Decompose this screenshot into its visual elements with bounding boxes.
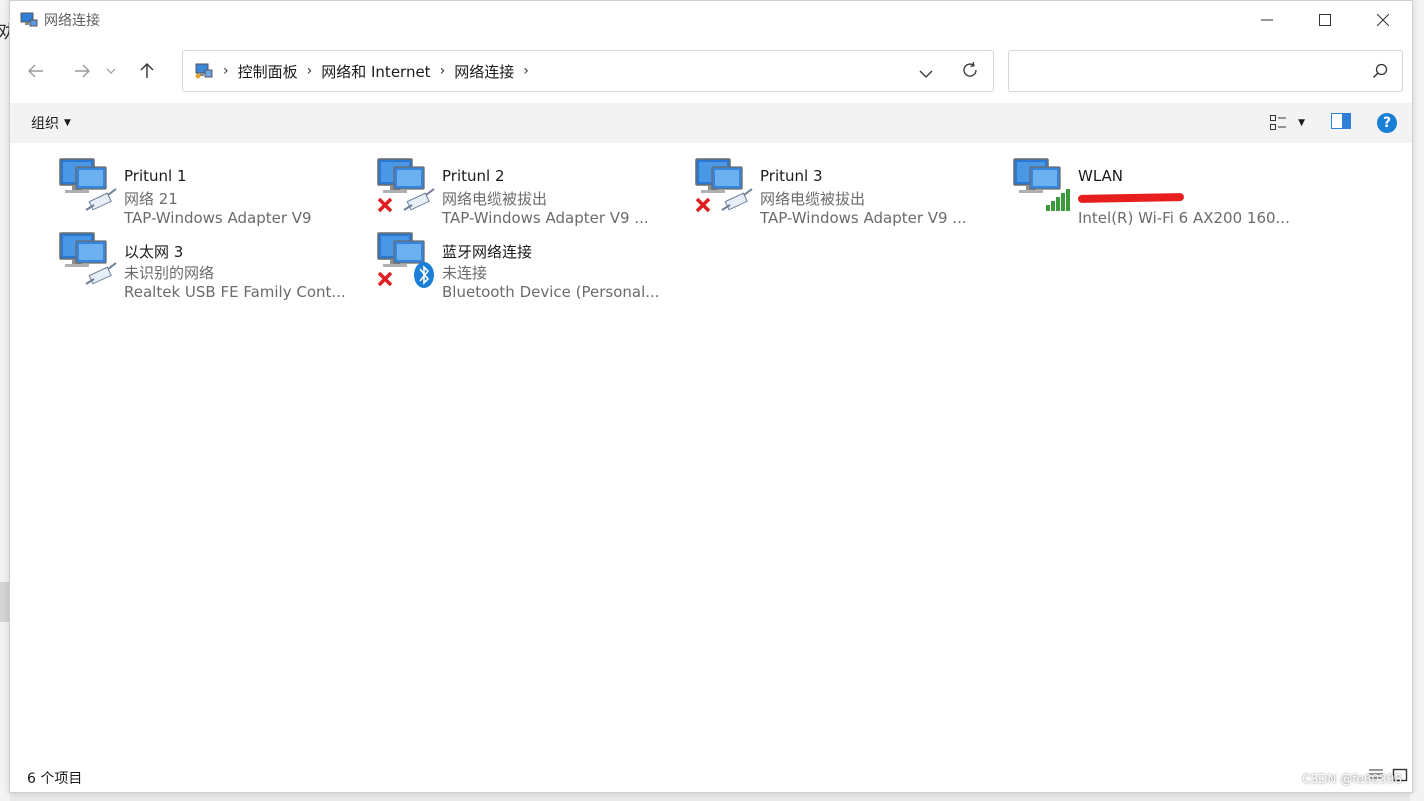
refresh-button[interactable] bbox=[961, 61, 979, 83]
preview-pane-button[interactable] bbox=[1331, 113, 1351, 133]
watermark: CSDN @fe60308 bbox=[1302, 772, 1402, 786]
maximize-icon bbox=[1319, 14, 1331, 26]
close-button[interactable] bbox=[1354, 1, 1412, 39]
connection-item[interactable]: Pritunl 3 网络电缆被拔出 TAP-Windows Adapter V9 .… bbox=[694, 155, 1004, 227]
help-icon: ? bbox=[1382, 115, 1392, 131]
connection-name: Pritunl 2 bbox=[442, 167, 505, 185]
connection-item[interactable]: 蓝牙网络连接 未连接 Bluetooth Device (Personal... bbox=[376, 229, 686, 301]
breadcrumb-network-internet[interactable]: 网络和 Internet bbox=[321, 61, 430, 82]
ethernet-cable-icon bbox=[403, 188, 435, 211]
address-history-button[interactable] bbox=[919, 63, 933, 82]
connection-status: 网络 21 bbox=[124, 190, 178, 208]
connection-device: TAP-Windows Adapter V9 bbox=[124, 209, 312, 227]
network-adapter-icon bbox=[695, 158, 753, 213]
connection-status: 网络电缆被拔出 bbox=[760, 190, 866, 208]
ethernet-cable-icon bbox=[721, 188, 753, 211]
organize-label: 组织 bbox=[31, 116, 59, 132]
item-count: 6 个项目 bbox=[27, 771, 83, 787]
view-details-icon bbox=[1270, 115, 1287, 130]
command-bar: 组织 ▼ ▼ ? bbox=[10, 103, 1412, 143]
connection-device: TAP-Windows Adapter V9 ... bbox=[760, 209, 967, 227]
forward-button[interactable] bbox=[63, 52, 101, 90]
connection-item[interactable]: 以太网 3 未识别的网络 Realtek USB FE Family Cont... bbox=[58, 229, 368, 301]
network-connections-icon bbox=[20, 12, 38, 27]
preview-pane-icon bbox=[1331, 113, 1351, 129]
minimize-button[interactable] bbox=[1238, 1, 1296, 39]
navigation-bar: › 控制面板 › 网络和 Internet › 网络连接 › bbox=[10, 39, 1412, 103]
help-button[interactable]: ? bbox=[1377, 113, 1397, 133]
arrow-right-icon bbox=[75, 64, 90, 78]
explorer-window: 网络连接 › 控制面板 › 网络和 Internet › 网络连接 › 组织 ▼… bbox=[9, 0, 1413, 793]
arrow-left-icon bbox=[28, 64, 43, 78]
breadcrumb-separator[interactable]: › bbox=[523, 63, 529, 79]
network-adapter-icon bbox=[377, 232, 434, 288]
control-panel-icon bbox=[195, 63, 213, 79]
network-adapter-icon bbox=[59, 232, 117, 285]
search-box[interactable] bbox=[1008, 50, 1403, 92]
breadcrumb-network-connections[interactable]: 网络连接 bbox=[454, 61, 514, 82]
breadcrumb-separator: › bbox=[223, 63, 229, 79]
redaction-mark bbox=[1077, 193, 1185, 203]
connection-device: TAP-Windows Adapter V9 ... bbox=[442, 209, 649, 227]
recent-locations-button[interactable] bbox=[101, 52, 121, 90]
connection-name: 以太网 3 bbox=[124, 243, 184, 261]
minimize-icon bbox=[1261, 19, 1273, 21]
caret-down-icon: ▼ bbox=[1298, 118, 1305, 128]
disconnected-x-icon bbox=[377, 197, 393, 213]
chevron-down-icon bbox=[106, 68, 116, 74]
arrow-up-icon bbox=[140, 63, 154, 78]
caret-down-icon: ▼ bbox=[64, 118, 71, 128]
address-bar[interactable]: › 控制面板 › 网络和 Internet › 网络连接 › bbox=[182, 50, 994, 92]
close-icon bbox=[1377, 14, 1389, 26]
wifi-signal-icon bbox=[1046, 189, 1070, 211]
network-adapter-icon bbox=[1013, 158, 1070, 211]
connection-name: 蓝牙网络连接 bbox=[442, 243, 533, 261]
ethernet-cable-icon bbox=[85, 188, 117, 211]
connection-status: 网络电缆被拔出 bbox=[442, 190, 548, 208]
search-icon bbox=[1372, 63, 1388, 83]
status-bar: 6 个项目 CSDN @fe60308 bbox=[10, 762, 1412, 792]
network-adapter-icon bbox=[377, 158, 435, 213]
connection-status bbox=[1077, 188, 1188, 206]
disconnected-x-icon bbox=[695, 197, 711, 213]
breadcrumb-separator[interactable]: › bbox=[307, 63, 313, 79]
connection-name: Pritunl 1 bbox=[124, 167, 187, 185]
connection-status: 未识别的网络 bbox=[124, 264, 215, 282]
maximize-button[interactable] bbox=[1296, 1, 1354, 39]
connection-device: Realtek USB FE Family Cont... bbox=[124, 283, 346, 301]
up-button[interactable] bbox=[128, 52, 166, 90]
change-view-button[interactable]: ▼ bbox=[1270, 115, 1305, 131]
breadcrumb-control-panel[interactable]: 控制面板 bbox=[238, 61, 298, 82]
ethernet-cable-icon bbox=[85, 262, 117, 285]
breadcrumb-separator[interactable]: › bbox=[440, 63, 446, 79]
connection-name: WLAN bbox=[1078, 167, 1124, 185]
connection-device: Bluetooth Device (Personal... bbox=[442, 283, 660, 301]
connection-item[interactable]: WLAN Intel(R) Wi-Fi 6 AX200 160... bbox=[1012, 155, 1322, 227]
window-title: 网络连接 bbox=[44, 13, 100, 29]
title-bar: 网络连接 bbox=[10, 1, 1412, 39]
network-adapter-icon bbox=[59, 158, 117, 211]
connection-status: 未连接 bbox=[442, 264, 488, 282]
chevron-down-icon bbox=[919, 70, 933, 78]
file-list: Pritunl 1 网络 21 TAP-Windows Adapter V9 Prit… bbox=[10, 143, 1412, 751]
connection-item[interactable]: Pritunl 2 网络电缆被拔出 TAP-Windows Adapter V9 .… bbox=[376, 155, 686, 227]
connection-name: Pritunl 3 bbox=[760, 167, 823, 185]
bluetooth-icon bbox=[414, 262, 434, 288]
disconnected-x-icon bbox=[377, 271, 393, 287]
organize-menu-button[interactable]: 组织 ▼ bbox=[31, 113, 71, 133]
back-button[interactable] bbox=[17, 52, 55, 90]
connection-item[interactable]: Pritunl 1 网络 21 TAP-Windows Adapter V9 bbox=[58, 155, 368, 227]
connection-device: Intel(R) Wi-Fi 6 AX200 160... bbox=[1078, 209, 1290, 227]
refresh-icon bbox=[963, 61, 977, 77]
